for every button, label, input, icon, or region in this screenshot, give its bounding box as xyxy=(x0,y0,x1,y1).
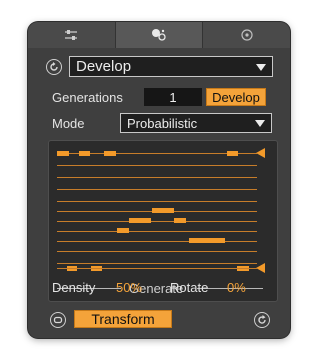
note xyxy=(129,218,151,223)
generations-label: Generations xyxy=(52,90,123,105)
chevron-down-icon xyxy=(256,63,266,71)
chevron-down-icon xyxy=(255,120,265,127)
pattern-track xyxy=(57,263,257,264)
tab-generate[interactable] xyxy=(115,22,204,48)
tab-bar xyxy=(28,22,290,48)
target-icon xyxy=(241,29,253,41)
pattern-track xyxy=(57,165,257,166)
device-panel: Develop Generations 1 Develop Mode Proba… xyxy=(28,22,290,338)
sliders-icon xyxy=(65,30,78,40)
pattern-track xyxy=(57,177,257,178)
note xyxy=(174,218,186,223)
develop-button[interactable]: Develop xyxy=(206,88,266,106)
note xyxy=(57,151,69,156)
pattern-track xyxy=(57,241,257,242)
note xyxy=(189,238,225,243)
note xyxy=(227,151,238,156)
pattern-track xyxy=(57,268,257,269)
note xyxy=(152,208,174,213)
pattern-track xyxy=(57,231,257,232)
generations-input[interactable]: 1 xyxy=(144,88,202,106)
pattern-track xyxy=(57,201,257,202)
mode-dropdown[interactable]: Probabilistic xyxy=(120,113,272,133)
mode-select-dropdown[interactable]: Develop xyxy=(69,56,273,77)
pattern-track xyxy=(57,251,257,252)
row-marker-icon xyxy=(256,148,265,158)
row-marker-icon xyxy=(256,263,265,273)
note xyxy=(104,151,116,156)
note xyxy=(79,151,90,156)
note xyxy=(117,228,129,233)
density-value[interactable]: 50% xyxy=(116,280,142,295)
mode-select-value: Develop xyxy=(76,58,132,75)
pattern-display[interactable]: Generate xyxy=(48,140,278,302)
tab-transform[interactable] xyxy=(203,22,290,48)
density-label: Density xyxy=(52,280,96,295)
reset-button[interactable] xyxy=(46,59,62,75)
tab-parameters[interactable] xyxy=(28,22,116,48)
rotate-value[interactable]: 0% xyxy=(227,280,246,295)
mode-value: Probabilistic xyxy=(127,115,198,131)
mode-label: Mode xyxy=(52,116,85,131)
loop-button[interactable] xyxy=(50,312,66,328)
dice-icon xyxy=(152,29,166,41)
pattern-track xyxy=(57,221,257,222)
refresh-button[interactable] xyxy=(254,312,270,328)
transform-button[interactable]: Transform xyxy=(74,310,172,328)
pattern-track xyxy=(57,189,257,190)
loop-icon xyxy=(53,316,63,324)
refresh-icon xyxy=(258,315,266,324)
rotate-label: Rotate xyxy=(170,280,209,295)
reset-icon xyxy=(50,62,58,71)
